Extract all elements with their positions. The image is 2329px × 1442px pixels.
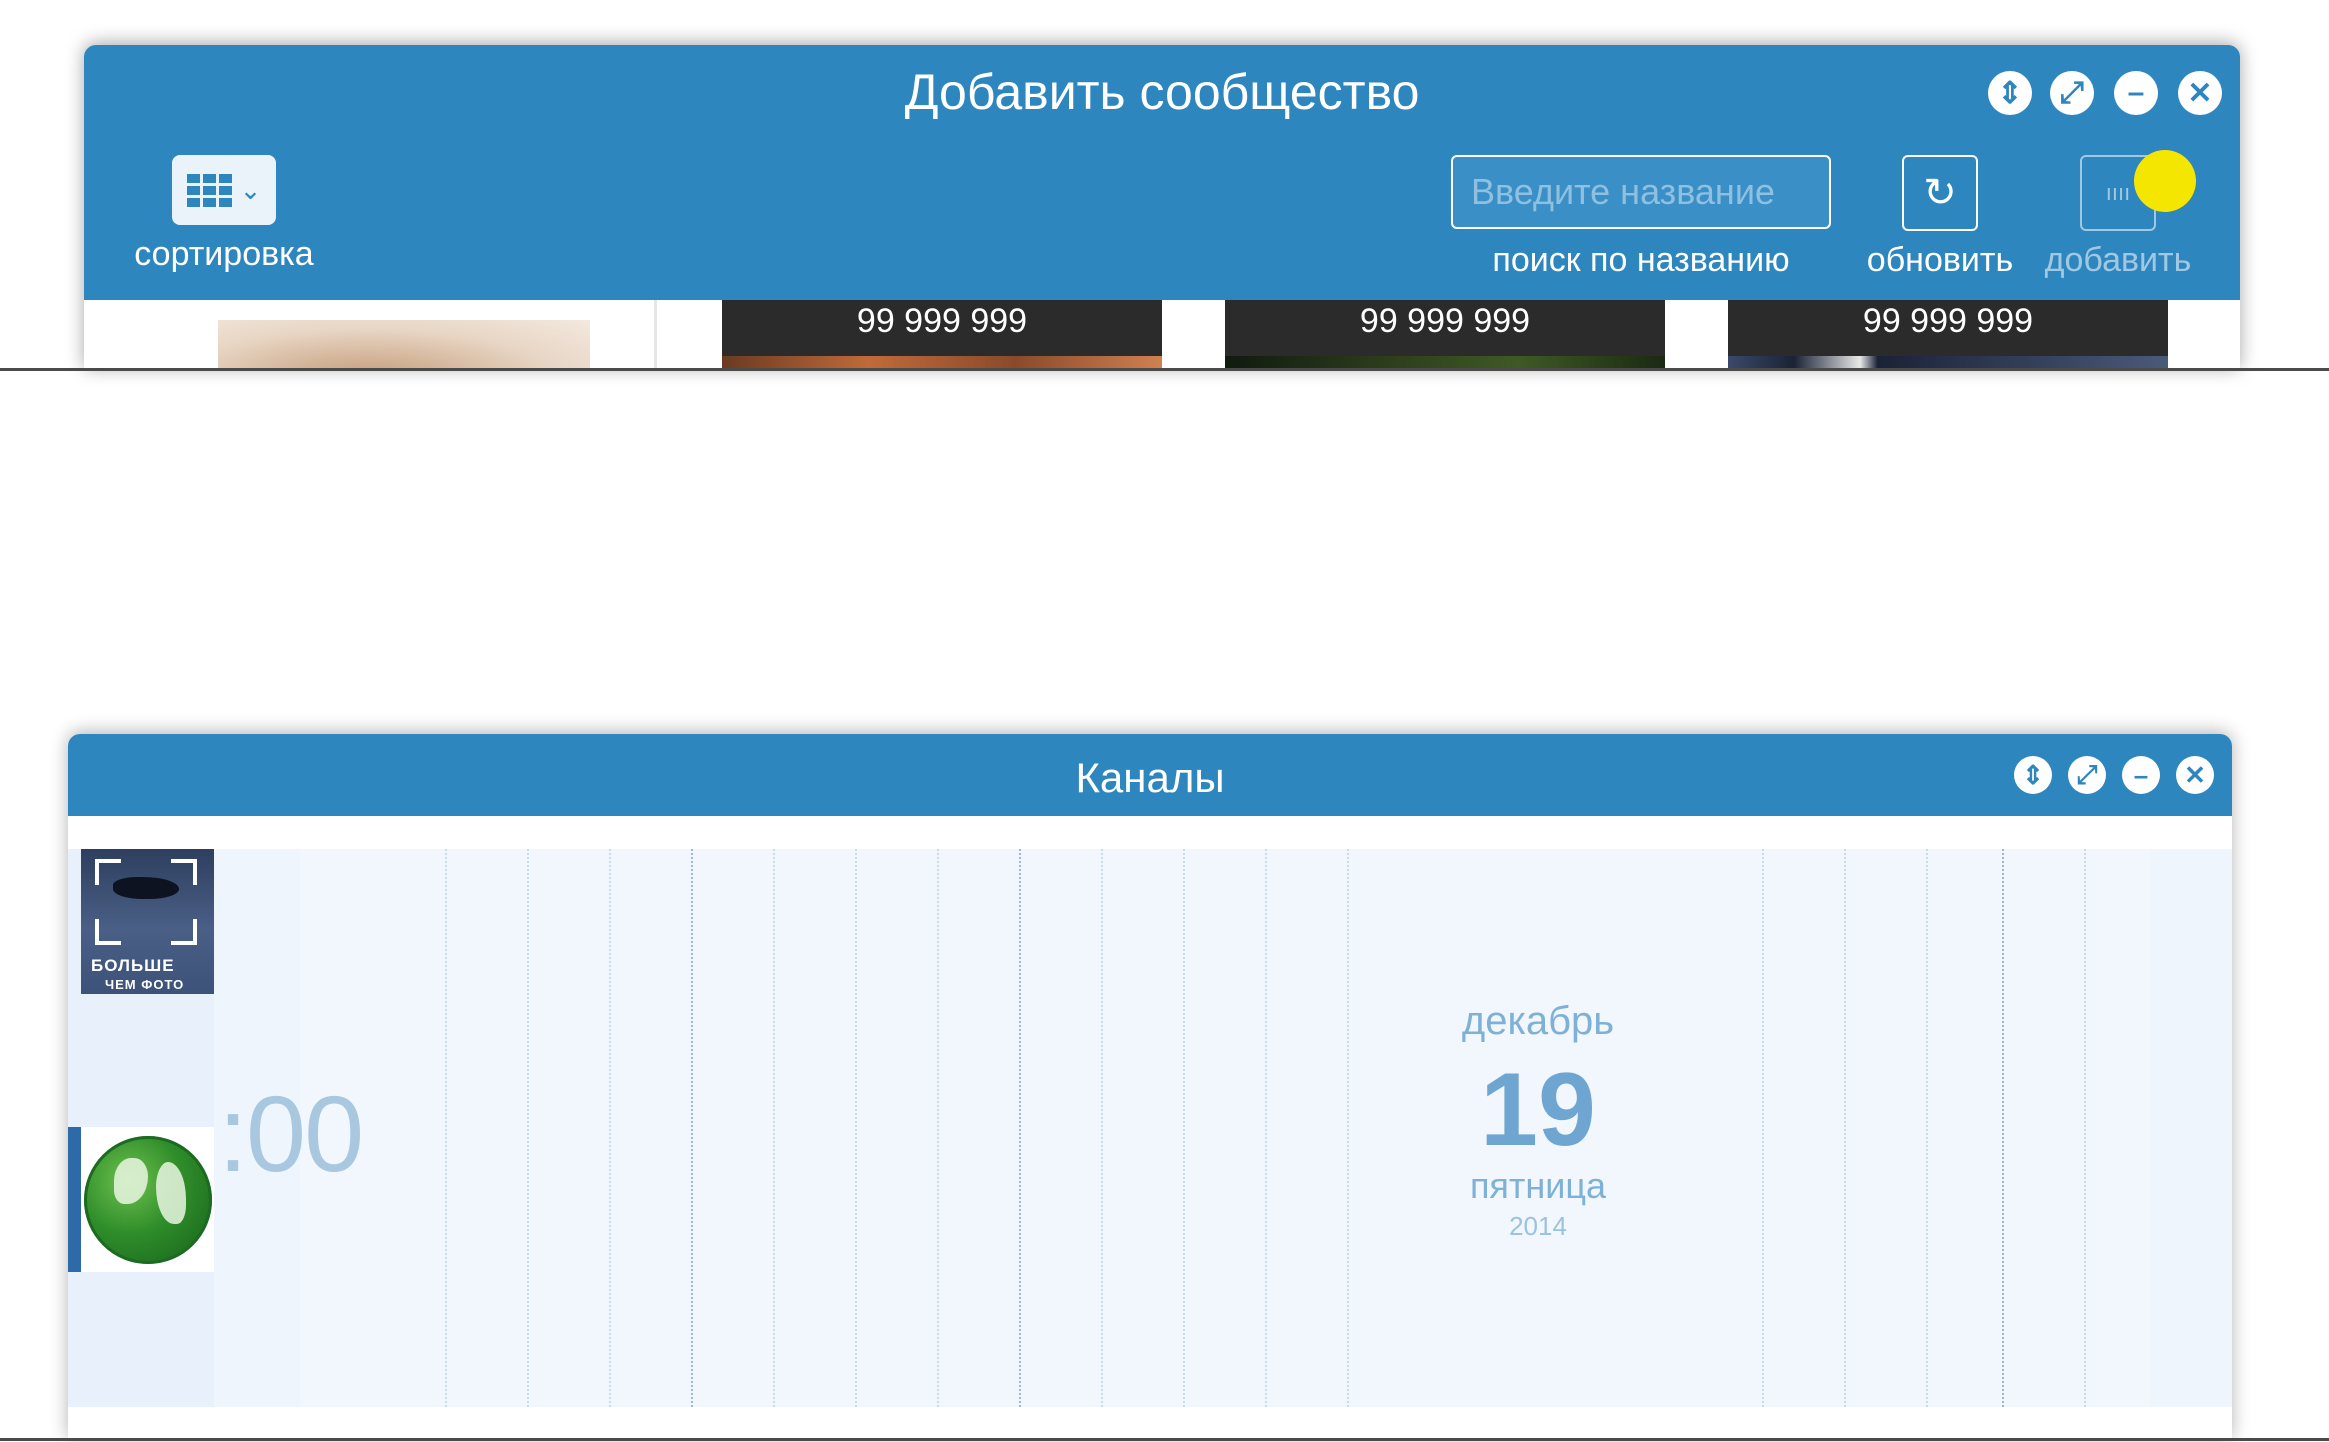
fullscreen-icon[interactable]: ⤢ xyxy=(2050,71,2094,115)
grid-line xyxy=(1844,849,1846,1407)
fullscreen-icon[interactable]: ⤢ xyxy=(2068,756,2106,794)
channel-logo-text: ЧЕМ ФОТО xyxy=(105,977,185,992)
window-title: Каналы xyxy=(1075,754,1225,801)
grid-line xyxy=(1019,849,1021,1407)
grid-line xyxy=(691,849,693,1407)
grid-line xyxy=(1762,849,1764,1407)
close-icon[interactable]: ✕ xyxy=(2178,71,2222,115)
community-avatar[interactable] xyxy=(218,320,590,370)
community-card[interactable]: 99 999 999 xyxy=(1728,300,2168,370)
channels-window: Каналы ⇕ ⤢ – ✕ БОЛЬШЕ ЧЕМ ФОТО:00 декаб… xyxy=(68,734,2232,1440)
grid-line xyxy=(855,849,857,1407)
add-icon: ıııı xyxy=(2105,180,2131,205)
grid-line xyxy=(2002,849,2004,1407)
grid-line xyxy=(609,849,611,1407)
minimize-icon[interactable]: – xyxy=(2122,756,2160,794)
divider xyxy=(654,300,657,370)
grid-line xyxy=(773,849,775,1407)
member-count: 99 999 999 xyxy=(856,302,1028,340)
refresh-icon: ↻ xyxy=(1923,171,1957,215)
channel-logo-text: БОЛЬШЕ xyxy=(91,956,175,975)
timeline[interactable] xyxy=(300,849,2150,1407)
member-count: 99 999 999 xyxy=(1359,302,1531,340)
community-card[interactable]: 99 999 999 xyxy=(1225,300,1665,370)
search-input[interactable] xyxy=(1451,155,1831,229)
grid-line xyxy=(445,849,447,1407)
grid-line xyxy=(527,849,529,1407)
community-list: 99 999 999 99 999 999 99 999 999 xyxy=(84,300,2240,370)
sort-button[interactable]: ⌄ xyxy=(172,155,276,225)
grid-line xyxy=(1183,849,1185,1407)
add-community-window: Добавить сообщество ⇕ ⤢ – ✕ ⌄ сортировка… xyxy=(84,45,2240,370)
sort-updown-icon[interactable]: ⇕ xyxy=(1988,71,2032,115)
date-day: 19 xyxy=(1480,1052,1596,1168)
channel-item[interactable]: БОЛЬШЕ ЧЕМ ФОТО xyxy=(81,849,214,994)
sort-updown-icon[interactable]: ⇕ xyxy=(2014,756,2052,794)
grid-line xyxy=(1265,849,1267,1407)
refresh-button[interactable]: ↻ xyxy=(1902,155,1978,231)
community-card[interactable]: 99 999 999 xyxy=(722,300,1162,370)
date-month: декабрь xyxy=(1461,999,1615,1043)
grid-line xyxy=(1101,849,1103,1407)
selection-indicator xyxy=(68,1127,81,1272)
date-year: 2014 xyxy=(1509,1211,1567,1242)
divider xyxy=(0,1438,2329,1441)
window-title: Добавить сообщество xyxy=(904,64,1420,120)
sort-label: сортировка xyxy=(134,235,314,273)
minimize-icon[interactable]: – xyxy=(2114,71,2158,115)
date-weekday: пятница xyxy=(1469,1165,1607,1207)
channels-area: БОЛЬШЕ ЧЕМ ФОТО:00 декабрь 19 пятница 2… xyxy=(68,849,2232,1407)
channel-item[interactable] xyxy=(81,1127,214,1272)
grid-line xyxy=(1926,849,1928,1407)
date-block: декабрь 19 пятница 2014 xyxy=(1388,999,1688,1242)
chevron-down-icon: ⌄ xyxy=(239,174,262,205)
grid-line xyxy=(937,849,939,1407)
grid-icon xyxy=(186,173,232,207)
time-label: :00 xyxy=(218,1073,364,1194)
add-label: добавить xyxy=(2044,241,2192,279)
member-count: 99 999 999 xyxy=(1862,302,2034,340)
grid-line xyxy=(2084,849,2086,1407)
globe-icon xyxy=(83,1135,212,1264)
refresh-label: обновить xyxy=(1866,241,2014,279)
search-label: поиск по названию xyxy=(1492,241,1790,279)
close-icon[interactable]: ✕ xyxy=(2176,756,2214,794)
divider xyxy=(0,368,2329,371)
grid-line xyxy=(1347,849,1349,1407)
pointer-indicator xyxy=(2134,150,2196,212)
